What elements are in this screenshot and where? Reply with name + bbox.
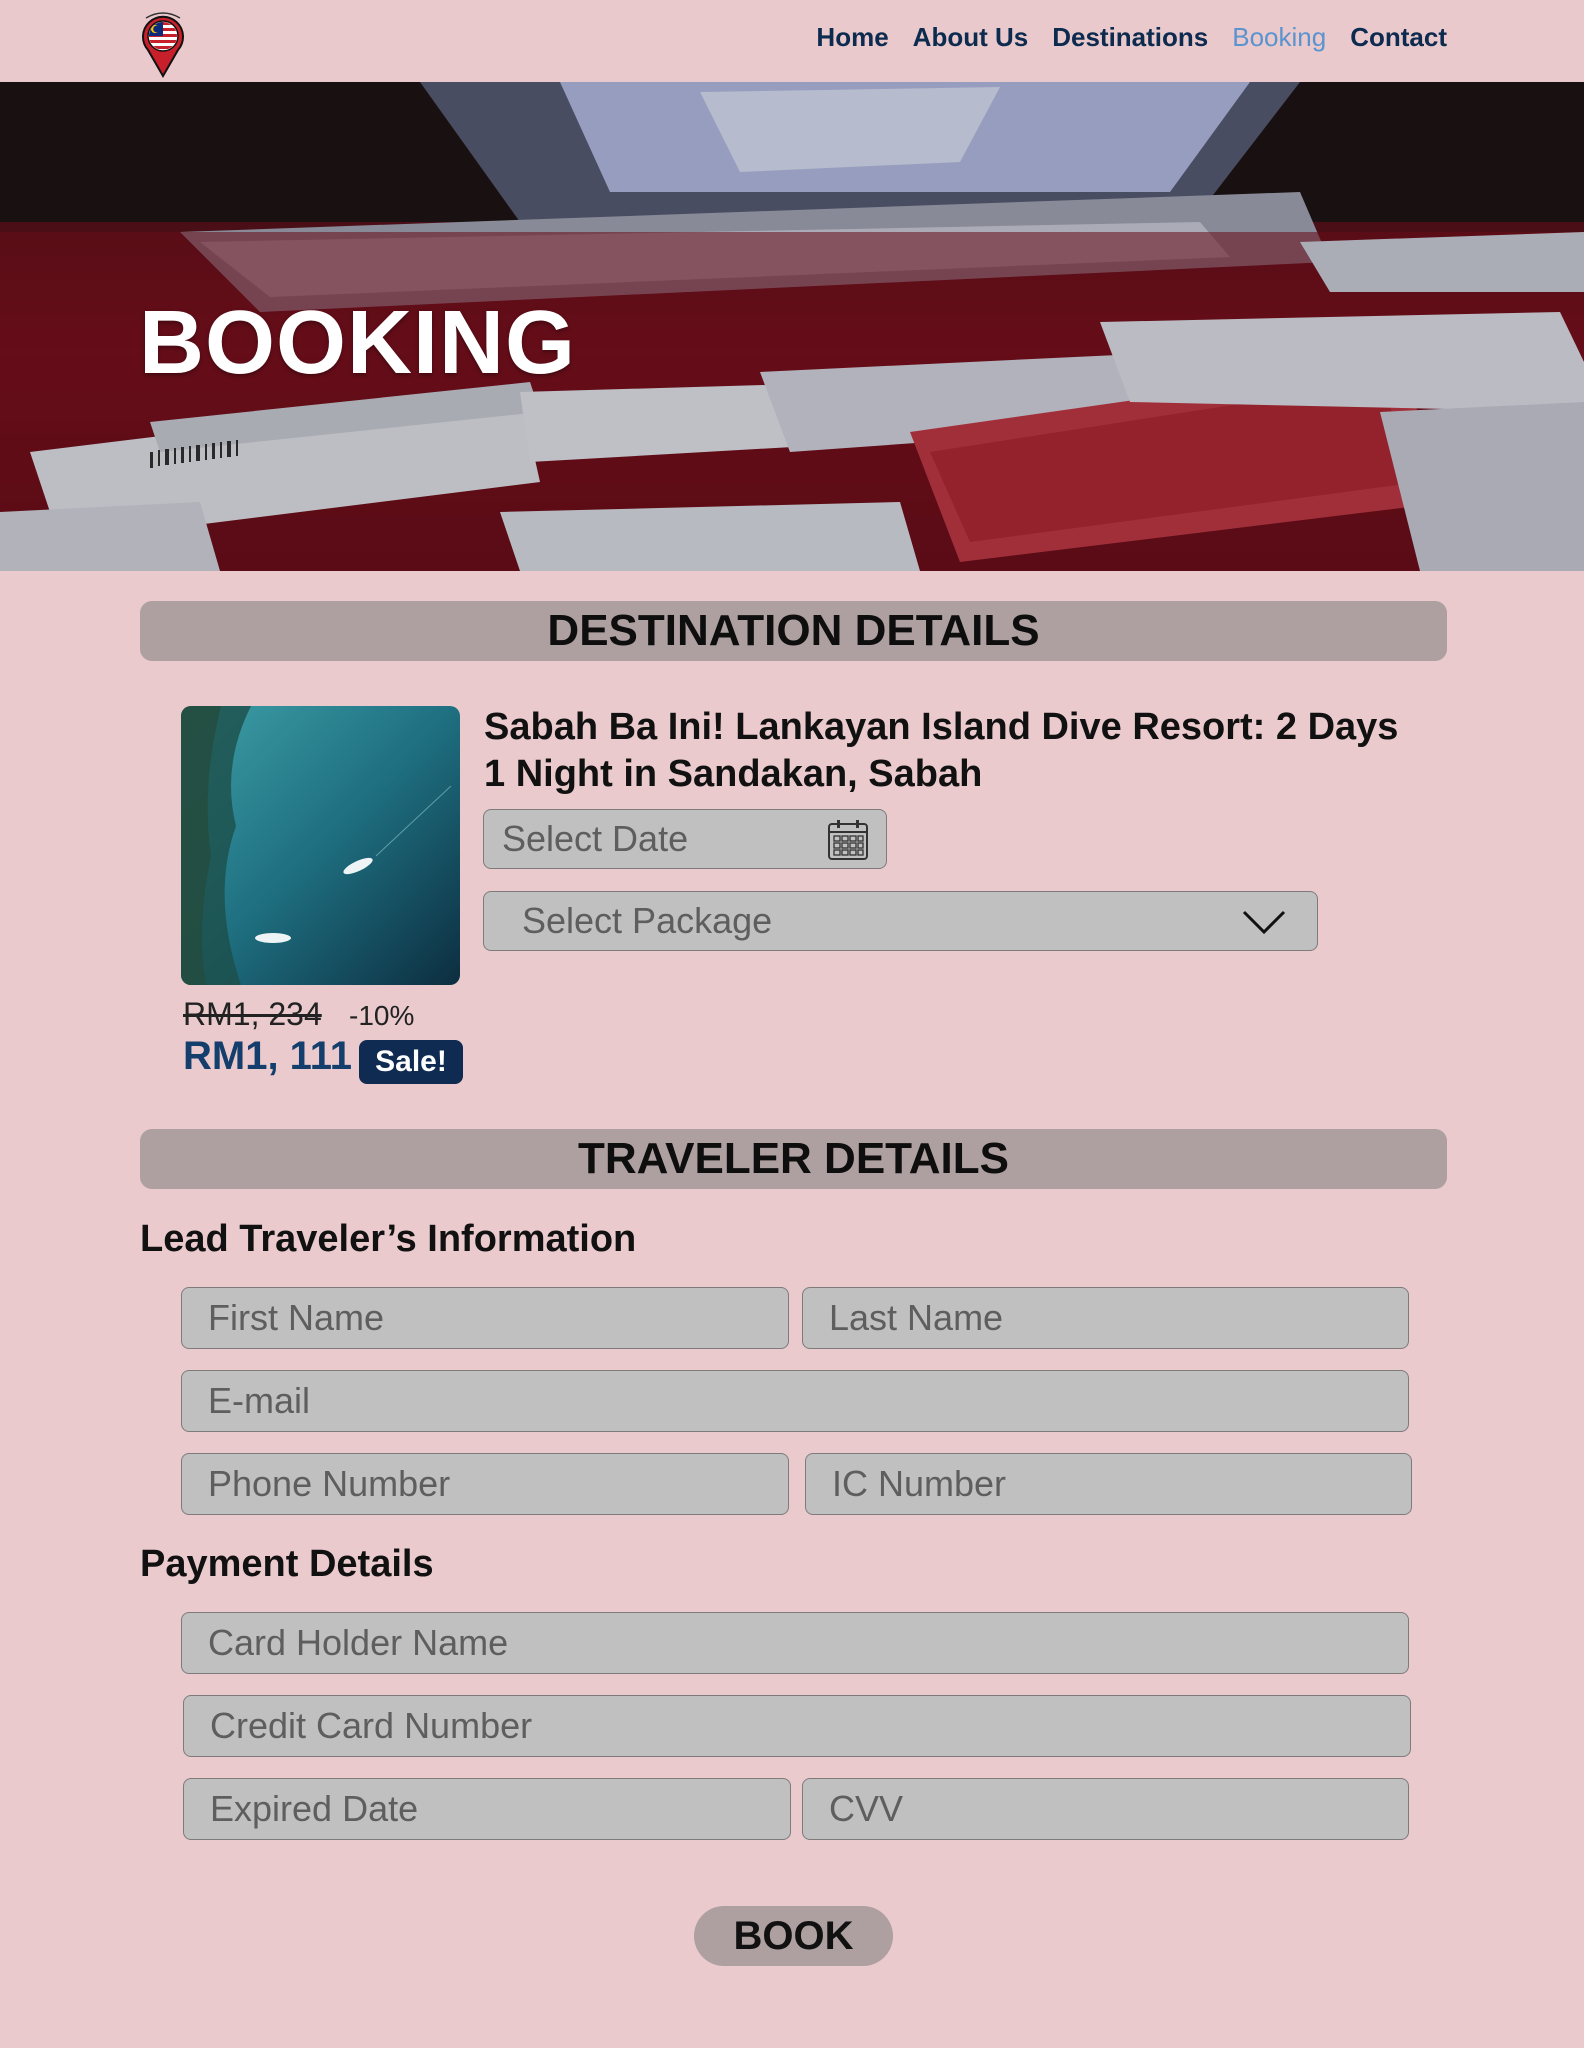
cvv-placeholder: CVV: [829, 1788, 904, 1829]
expired-date-field[interactable]: Expired Date: [183, 1778, 791, 1840]
select-date-input[interactable]: Select Date: [483, 809, 887, 869]
calendar-icon[interactable]: [826, 818, 870, 862]
first-name-placeholder: First Name: [208, 1297, 385, 1338]
traveler-details-header: TRAVELER DETAILS: [140, 1129, 1447, 1189]
last-name-placeholder: Last Name: [829, 1297, 1004, 1338]
sale-price: RM1, 111: [183, 1034, 353, 1078]
credit-card-number-field[interactable]: Credit Card Number: [183, 1695, 1411, 1757]
phone-number-placeholder: Phone Number: [208, 1463, 451, 1504]
first-name-field[interactable]: First Name: [181, 1287, 789, 1349]
expired-date-placeholder: Expired Date: [210, 1788, 419, 1829]
hero-title: BOOKING: [139, 293, 577, 393]
ic-number-placeholder: IC Number: [832, 1463, 1007, 1504]
nav-destinations[interactable]: Destinations: [1052, 22, 1208, 53]
nav-booking[interactable]: Booking: [1232, 22, 1326, 53]
destination-details-header: DESTINATION DETAILS: [140, 601, 1447, 661]
select-package-placeholder: Select Package: [522, 900, 773, 941]
sale-badge: Sale!: [359, 1040, 463, 1084]
discount-percent: -10%: [349, 1000, 415, 1031]
ic-number-field[interactable]: IC Number: [805, 1453, 1412, 1515]
destination-title: Sabah Ba Ini! Lankayan Island Dive Resor…: [484, 706, 1399, 795]
email-placeholder: E-mail: [208, 1380, 311, 1421]
top-navbar: Home About Us Destinations Booking Conta…: [0, 0, 1584, 82]
select-date-placeholder: Select Date: [502, 818, 689, 859]
card-holder-name-field[interactable]: Card Holder Name: [181, 1612, 1409, 1674]
malaysia-pin-logo-icon[interactable]: [138, 6, 188, 78]
card-holder-name-placeholder: Card Holder Name: [208, 1622, 509, 1663]
last-name-field[interactable]: Last Name: [802, 1287, 1409, 1349]
hero-banner: BOOKING: [0, 82, 1584, 571]
nav-about-us[interactable]: About Us: [913, 22, 1029, 53]
lead-traveler-heading: Lead Traveler’s Information: [140, 1218, 637, 1260]
nav-links: Home About Us Destinations Booking Conta…: [816, 22, 1447, 53]
book-button[interactable]: BOOK: [694, 1906, 893, 1966]
phone-number-field[interactable]: Phone Number: [181, 1453, 789, 1515]
nav-contact[interactable]: Contact: [1350, 22, 1447, 53]
select-package-dropdown[interactable]: Select Package: [483, 891, 1318, 951]
original-price: RM1, 234: [183, 996, 322, 1032]
email-field[interactable]: E-mail: [181, 1370, 1409, 1432]
credit-card-number-placeholder: Credit Card Number: [210, 1705, 533, 1746]
payment-details-heading: Payment Details: [140, 1543, 434, 1585]
cvv-field[interactable]: CVV: [802, 1778, 1409, 1840]
destination-photo: [181, 706, 460, 985]
chevron-down-icon[interactable]: [1241, 908, 1287, 936]
nav-home[interactable]: Home: [816, 22, 888, 53]
